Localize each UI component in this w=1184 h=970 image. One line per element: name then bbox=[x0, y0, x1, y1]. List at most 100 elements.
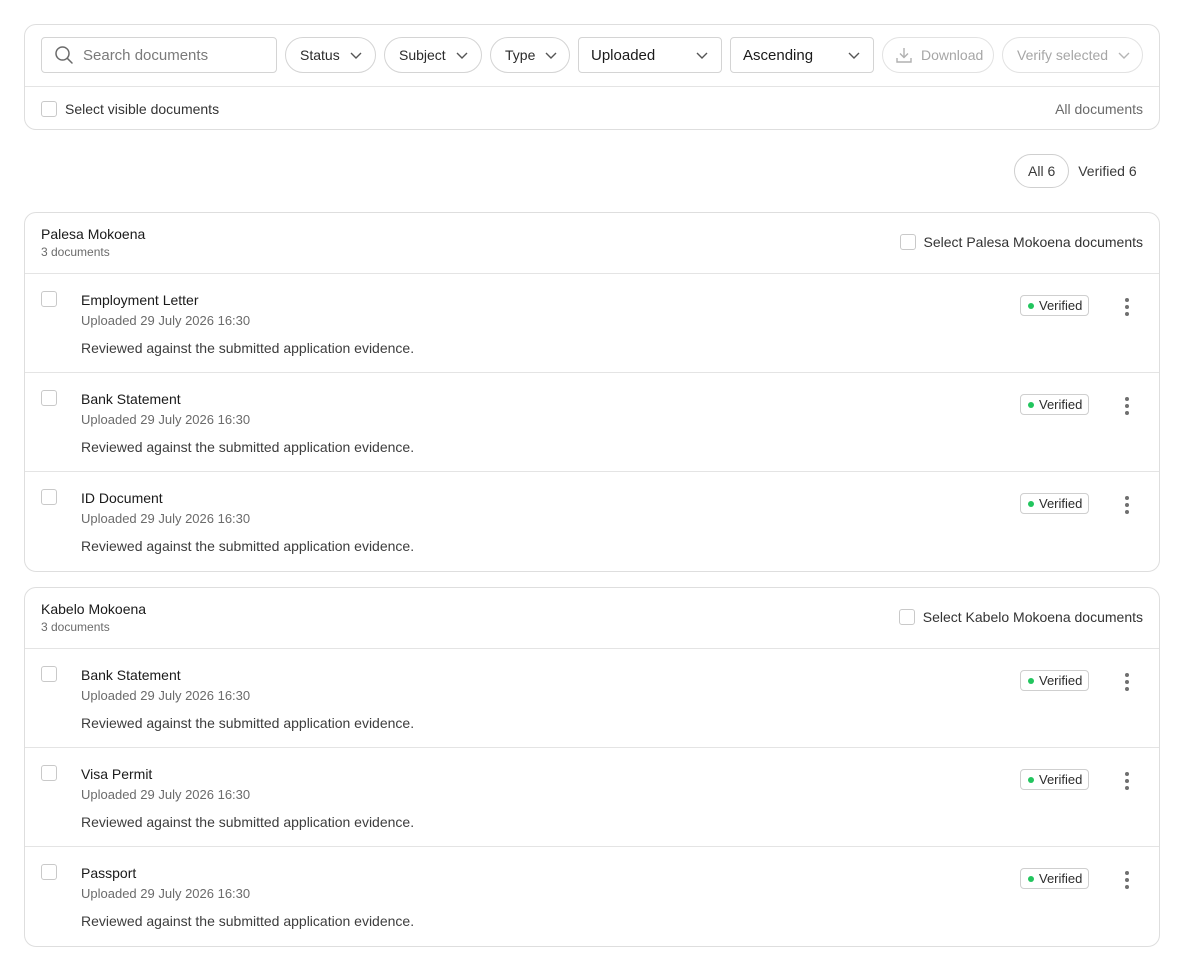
document-row: Bank Statement Uploaded 29 July 2026 16:… bbox=[25, 373, 1159, 472]
status-filter[interactable]: Status bbox=[285, 37, 376, 73]
document-uploaded: Uploaded 29 July 2026 16:30 bbox=[81, 787, 251, 802]
document-description: Reviewed against the submitted applicati… bbox=[81, 715, 415, 731]
status-filter-label: Status bbox=[300, 47, 340, 63]
document-uploaded: Uploaded 29 July 2026 16:30 bbox=[81, 313, 251, 328]
more-options-icon[interactable] bbox=[1118, 868, 1136, 892]
sort-order-select[interactable]: Ascending bbox=[730, 37, 874, 73]
verify-selected-label: Verify selected bbox=[1017, 47, 1109, 63]
sort-field-select[interactable]: Uploaded bbox=[578, 37, 722, 73]
status-badge: Verified bbox=[1020, 670, 1090, 691]
status-badge: Verified bbox=[1020, 868, 1090, 889]
type-filter-label: Type bbox=[505, 47, 536, 63]
select-visible-label: Select visible documents bbox=[65, 100, 220, 117]
status-badge-label: Verified bbox=[1039, 673, 1083, 688]
document-uploaded: Uploaded 29 July 2026 16:30 bbox=[81, 511, 251, 526]
status-dot-icon bbox=[1028, 777, 1034, 783]
group-select-control[interactable]: Select Palesa Mokoena documents bbox=[899, 234, 1143, 250]
verify-selected-button[interactable]: Verify selected bbox=[1002, 37, 1143, 73]
document-description: Reviewed against the submitted applicati… bbox=[81, 814, 415, 830]
document-toolbar: Search documents Status Subject Type Upl… bbox=[24, 24, 1160, 130]
document-title: Bank Statement bbox=[81, 667, 181, 683]
select-visible-checkbox[interactable] bbox=[41, 100, 57, 117]
chevron-down-icon bbox=[848, 52, 860, 59]
group-name: Kabelo Mokoena bbox=[41, 601, 147, 617]
document-row: Employment Letter Uploaded 29 July 2026 … bbox=[25, 274, 1159, 373]
download-icon bbox=[896, 48, 912, 63]
status-tabs: All 6 Verified 6 bbox=[1014, 154, 1137, 188]
status-dot-icon bbox=[1028, 402, 1034, 408]
document-row: Passport Uploaded 29 July 2026 16:30 Rev… bbox=[25, 847, 1159, 946]
document-title: Bank Statement bbox=[81, 391, 181, 407]
sort-order-value: Ascending bbox=[743, 46, 814, 64]
more-options-icon[interactable] bbox=[1118, 394, 1136, 418]
document-description: Reviewed against the submitted applicati… bbox=[81, 538, 415, 554]
document-title: Visa Permit bbox=[81, 766, 153, 782]
filter-row: Search documents Status Subject Type Upl… bbox=[25, 25, 1159, 87]
document-row: Bank Statement Uploaded 29 July 2026 16:… bbox=[25, 649, 1159, 748]
search-input[interactable]: Search documents bbox=[41, 37, 277, 73]
document-uploaded: Uploaded 29 July 2026 16:30 bbox=[81, 688, 251, 703]
chevron-down-icon bbox=[1118, 52, 1130, 59]
subject-filter[interactable]: Subject bbox=[384, 37, 482, 73]
group-select-checkbox[interactable] bbox=[899, 234, 916, 250]
type-filter[interactable]: Type bbox=[490, 37, 570, 73]
document-checkbox[interactable] bbox=[41, 489, 57, 505]
document-uploaded: Uploaded 29 July 2026 16:30 bbox=[81, 412, 251, 427]
status-badge-label: Verified bbox=[1039, 496, 1083, 511]
status-badge: Verified bbox=[1020, 769, 1090, 790]
download-label: Download bbox=[921, 47, 984, 63]
group-name: Palesa Mokoena bbox=[41, 226, 146, 242]
document-row: Visa Permit Uploaded 29 July 2026 16:30 … bbox=[25, 748, 1159, 847]
download-button[interactable]: Download bbox=[882, 37, 994, 73]
search-placeholder: Search documents bbox=[83, 46, 209, 64]
document-description: Reviewed against the submitted applicati… bbox=[81, 340, 415, 356]
group-header: Palesa Mokoena 3 documents Select Palesa… bbox=[25, 213, 1159, 274]
document-description: Reviewed against the submitted applicati… bbox=[81, 913, 415, 929]
status-badge: Verified bbox=[1020, 295, 1090, 316]
group-select-control[interactable]: Select Kabelo Mokoena documents bbox=[898, 609, 1143, 625]
document-uploaded: Uploaded 29 July 2026 16:30 bbox=[81, 886, 251, 901]
status-dot-icon bbox=[1028, 303, 1034, 309]
document-title: Employment Letter bbox=[81, 292, 199, 308]
tab-all[interactable]: All 6 bbox=[1014, 154, 1070, 188]
more-options-icon[interactable] bbox=[1118, 670, 1136, 694]
document-checkbox[interactable] bbox=[41, 864, 57, 880]
document-checkbox[interactable] bbox=[41, 291, 57, 307]
status-dot-icon bbox=[1028, 678, 1034, 684]
status-dot-icon bbox=[1028, 876, 1034, 882]
document-title: ID Document bbox=[81, 490, 163, 506]
document-description: Reviewed against the submitted applicati… bbox=[81, 439, 415, 455]
status-badge-label: Verified bbox=[1039, 871, 1083, 886]
search-icon bbox=[55, 46, 73, 64]
chevron-down-icon bbox=[456, 52, 468, 59]
group-select-checkbox[interactable] bbox=[898, 609, 915, 625]
subject-filter-label: Subject bbox=[399, 47, 446, 63]
more-options-icon[interactable] bbox=[1118, 295, 1136, 319]
chevron-down-icon bbox=[350, 52, 362, 59]
document-group: Kabelo Mokoena 3 documents Select Kabelo… bbox=[24, 587, 1160, 947]
group-count: 3 documents bbox=[41, 620, 110, 634]
chevron-down-icon bbox=[545, 52, 557, 59]
selection-scope: All documents bbox=[1055, 100, 1143, 117]
document-row: ID Document Uploaded 29 July 2026 16:30 … bbox=[25, 472, 1159, 571]
group-select-label: Select Kabelo Mokoena documents bbox=[922, 609, 1143, 625]
group-count: 3 documents bbox=[41, 245, 110, 259]
document-checkbox[interactable] bbox=[41, 666, 57, 682]
select-visible-control[interactable]: Select visible documents bbox=[41, 100, 220, 117]
document-checkbox[interactable] bbox=[41, 765, 57, 781]
status-badge-label: Verified bbox=[1039, 298, 1083, 313]
tab-verified[interactable]: Verified 6 bbox=[1078, 154, 1136, 188]
more-options-icon[interactable] bbox=[1118, 769, 1136, 793]
status-badge-label: Verified bbox=[1039, 397, 1083, 412]
status-dot-icon bbox=[1028, 501, 1034, 507]
document-checkbox[interactable] bbox=[41, 390, 57, 406]
chevron-down-icon bbox=[696, 52, 708, 59]
sort-field-value: Uploaded bbox=[591, 46, 656, 64]
group-header: Kabelo Mokoena 3 documents Select Kabelo… bbox=[25, 588, 1159, 649]
more-options-icon[interactable] bbox=[1118, 493, 1136, 517]
group-select-label: Select Palesa Mokoena documents bbox=[923, 234, 1143, 250]
status-badge: Verified bbox=[1020, 493, 1090, 514]
selection-row: Select visible documents All documents bbox=[25, 87, 1159, 130]
document-title: Passport bbox=[81, 865, 137, 881]
status-badge: Verified bbox=[1020, 394, 1090, 415]
